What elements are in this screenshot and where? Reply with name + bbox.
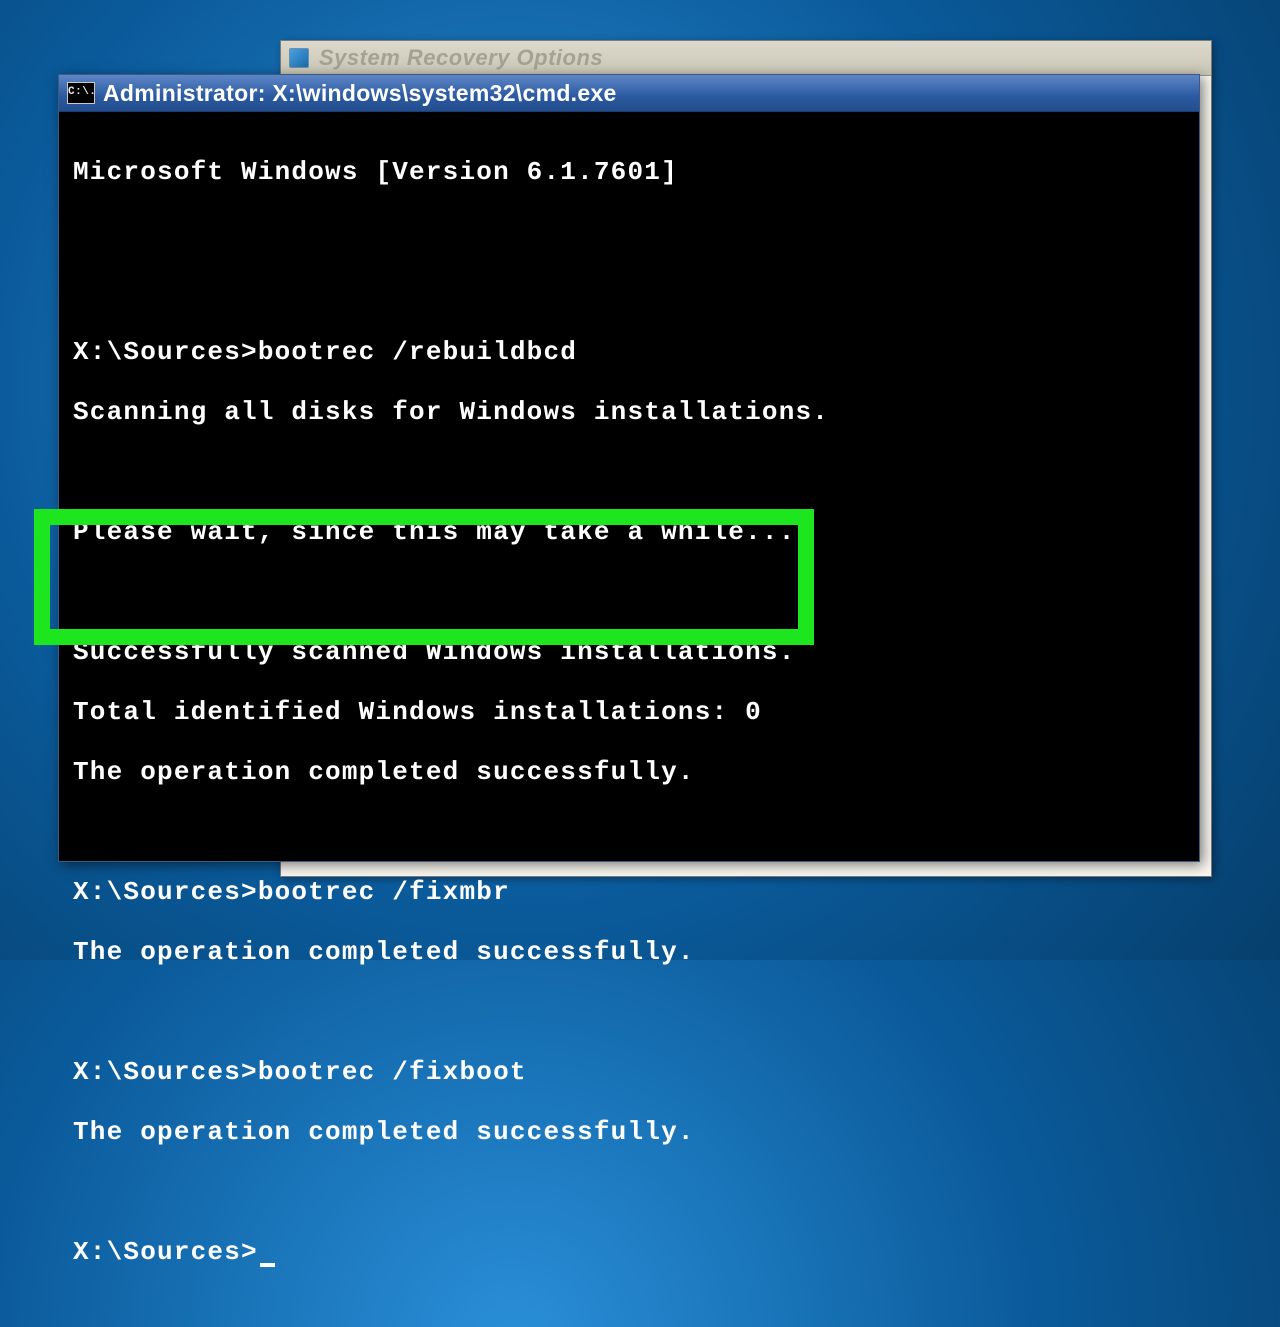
terminal-line bbox=[73, 277, 1185, 307]
terminal-line: Scanning all disks for Windows installat… bbox=[73, 397, 1185, 427]
terminal-line bbox=[73, 997, 1185, 1027]
terminal-line: Please wait, since this may take a while… bbox=[73, 517, 1185, 547]
terminal-cursor-icon bbox=[260, 1263, 275, 1267]
cmd-title-text: Administrator: X:\windows\system32\cmd.e… bbox=[103, 80, 617, 107]
terminal-line: X:\Sources>bootrec /fixmbr bbox=[73, 877, 1185, 907]
terminal-prompt: X:\Sources> bbox=[73, 1237, 258, 1267]
cmd-icon: C:\. bbox=[67, 82, 95, 104]
recovery-options-titlebar[interactable]: System Recovery Options bbox=[281, 41, 1211, 76]
recovery-app-icon bbox=[289, 48, 309, 68]
cmd-window: C:\. Administrator: X:\windows\system32\… bbox=[58, 74, 1200, 862]
terminal-line: Microsoft Windows [Version 6.1.7601] bbox=[73, 157, 1185, 187]
recovery-title-text: System Recovery Options bbox=[319, 45, 603, 71]
terminal-line: The operation completed successfully. bbox=[73, 937, 1185, 967]
terminal-prompt-line[interactable]: X:\Sources> bbox=[73, 1237, 1185, 1267]
terminal-line: X:\Sources>bootrec /rebuildbcd bbox=[73, 337, 1185, 367]
terminal-line: Successfully scanned Windows installatio… bbox=[73, 637, 1185, 667]
terminal-line bbox=[73, 217, 1185, 247]
terminal-line bbox=[73, 457, 1185, 487]
terminal-line: The operation completed successfully. bbox=[73, 757, 1185, 787]
cmd-titlebar[interactable]: C:\. Administrator: X:\windows\system32\… bbox=[59, 75, 1199, 112]
terminal-line bbox=[73, 577, 1185, 607]
terminal-output[interactable]: Microsoft Windows [Version 6.1.7601] X:\… bbox=[65, 115, 1193, 855]
terminal-line bbox=[73, 817, 1185, 847]
terminal-line: The operation completed successfully. bbox=[73, 1117, 1185, 1147]
terminal-line bbox=[73, 1177, 1185, 1207]
terminal-line: Total identified Windows installations: … bbox=[73, 697, 1185, 727]
terminal-line: X:\Sources>bootrec /fixboot bbox=[73, 1057, 1185, 1087]
